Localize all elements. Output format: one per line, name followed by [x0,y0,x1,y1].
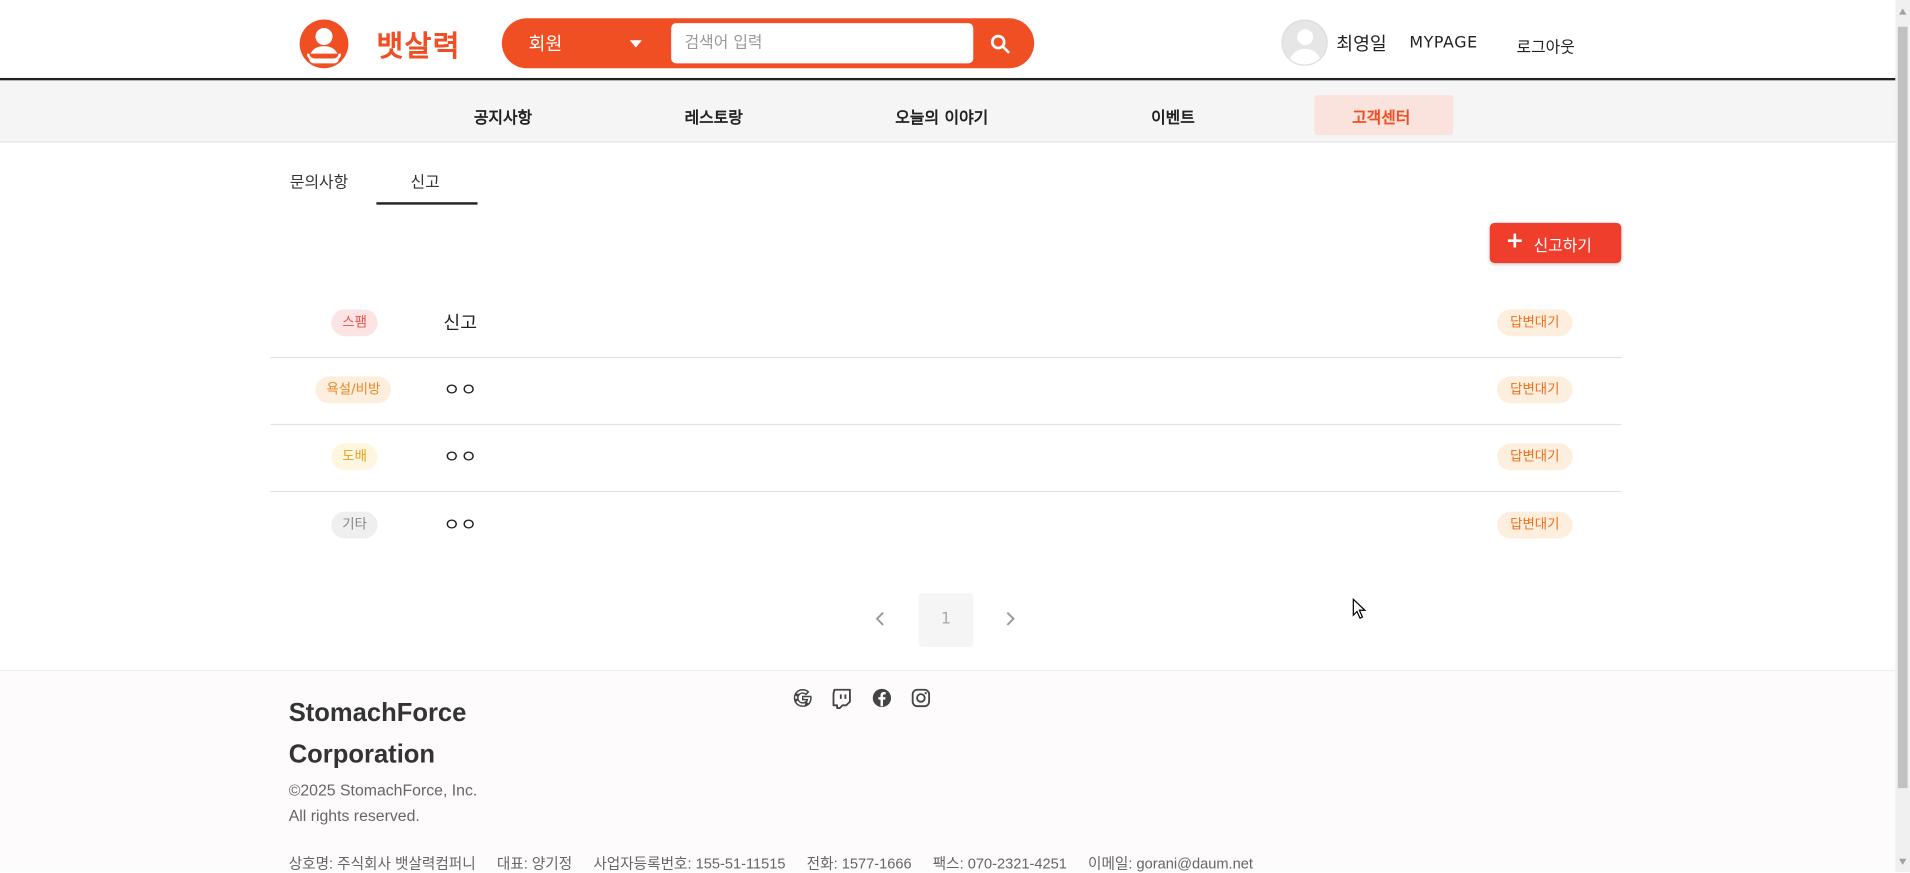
report-title[interactable]: ㅇㅇ [443,376,477,402]
pagination-next-button[interactable] [998,607,1022,631]
category-badge: 도배 [331,443,378,471]
footer-info-fax: 팩스: 070-2321-4251 [932,855,1067,873]
pagination-prev-button[interactable] [869,607,893,631]
chevron-right-icon [1006,612,1015,626]
report-button-label: 신고하기 [1533,237,1592,256]
footer-copyright: ©2025 StomachForce, Inc. All rights rese… [289,777,478,828]
category-badge: 욕설/비방 [315,376,392,404]
report-button[interactable]: + 신고하기 [1489,222,1622,264]
list-item[interactable]: 스팸 신고 답변대기 [270,291,1622,359]
footer-rights-line: All rights reserved. [288,806,420,825]
search-input[interactable] [671,23,974,64]
nav-item-event[interactable]: 이벤트 [1151,105,1195,128]
status-badge: 답변대기 [1497,511,1573,539]
google-icon[interactable] [792,687,814,709]
brand-logo-icon[interactable] [299,19,349,69]
scroll-up-arrow-icon[interactable] [1898,7,1908,17]
footer-company: StomachForce Corporation [289,693,606,776]
footer-copyright-line: ©2025 StomachForce, Inc. [288,780,478,800]
footer: StomachForce Corporation ©2025 StomachFo… [0,669,1896,873]
main-nav: 공지사항 레스토랑 오늘의 이야기 이벤트 고객센터 [0,80,1896,143]
mypage-link[interactable]: MYPAGE [1409,34,1477,52]
report-title[interactable]: ㅇㅇ [443,512,477,538]
status-badge: 답변대기 [1497,376,1573,404]
twitch-icon[interactable] [831,687,853,709]
nav-item-support[interactable]: 고객센터 [1352,105,1410,128]
footer-info-email: 이메일: gorani@daum.net [1088,855,1253,873]
search-button[interactable] [983,27,1017,61]
mouse-cursor-icon [1352,598,1367,620]
report-title[interactable]: 신고 [443,309,477,335]
category-badge: 스팸 [331,309,378,337]
instagram-icon[interactable] [910,687,932,709]
tab-inquiry[interactable]: 문의사항 [290,169,348,192]
footer-info-phone: 전화: 1577-1666 [806,855,912,873]
pagination-page-1[interactable]: 1 [918,593,974,647]
plus-icon: + [1505,227,1524,254]
footer-info-company: 상호명: 주식회사 뱃살력컴퍼니 [288,855,476,873]
search-icon [990,34,1010,54]
list-item[interactable]: 도배 ㅇㅇ 답변대기 [270,425,1622,493]
nav-item-story[interactable]: 오늘의 이야기 [895,105,988,128]
scroll-down-arrow-icon[interactable] [1898,856,1908,866]
user-name: 최영일 [1336,32,1387,55]
search-category-value: 회원 [528,32,563,55]
footer-business-info: 상호명: 주식회사 뱃살력컴퍼니 대표: 양기정 사업자등록번호: 155-51… [289,853,1270,873]
footer-info-registration: 사업자등록번호: 155-51-11515 [593,855,786,873]
avatar[interactable] [1281,19,1328,66]
status-badge: 답변대기 [1497,309,1573,337]
status-badge: 답변대기 [1497,443,1573,471]
chevron-down-icon[interactable] [629,40,642,48]
footer-company-line2: Corporation [288,740,436,769]
logout-link[interactable]: 로그아웃 [1517,34,1575,57]
tab-active-underline [376,202,478,205]
facebook-icon[interactable] [871,687,893,709]
nav-item-restaurant[interactable]: 레스토랑 [685,105,743,128]
scrollbar-thumb[interactable] [1897,26,1908,789]
chevron-left-icon [875,612,884,626]
footer-company-line1: StomachForce [288,699,467,728]
footer-info-ceo: 대표: 양기정 [496,855,573,873]
nav-item-notice[interactable]: 공지사항 [474,105,532,128]
brand-name[interactable]: 뱃살력 [376,22,460,65]
list-item[interactable]: 기타 ㅇㅇ 답변대기 [270,493,1621,560]
list-item[interactable]: 욕설/비방 ㅇㅇ 답변대기 [270,358,1622,426]
tab-report[interactable]: 신고 [411,169,440,192]
category-badge: 기타 [331,511,378,539]
report-title[interactable]: ㅇㅇ [443,443,477,469]
